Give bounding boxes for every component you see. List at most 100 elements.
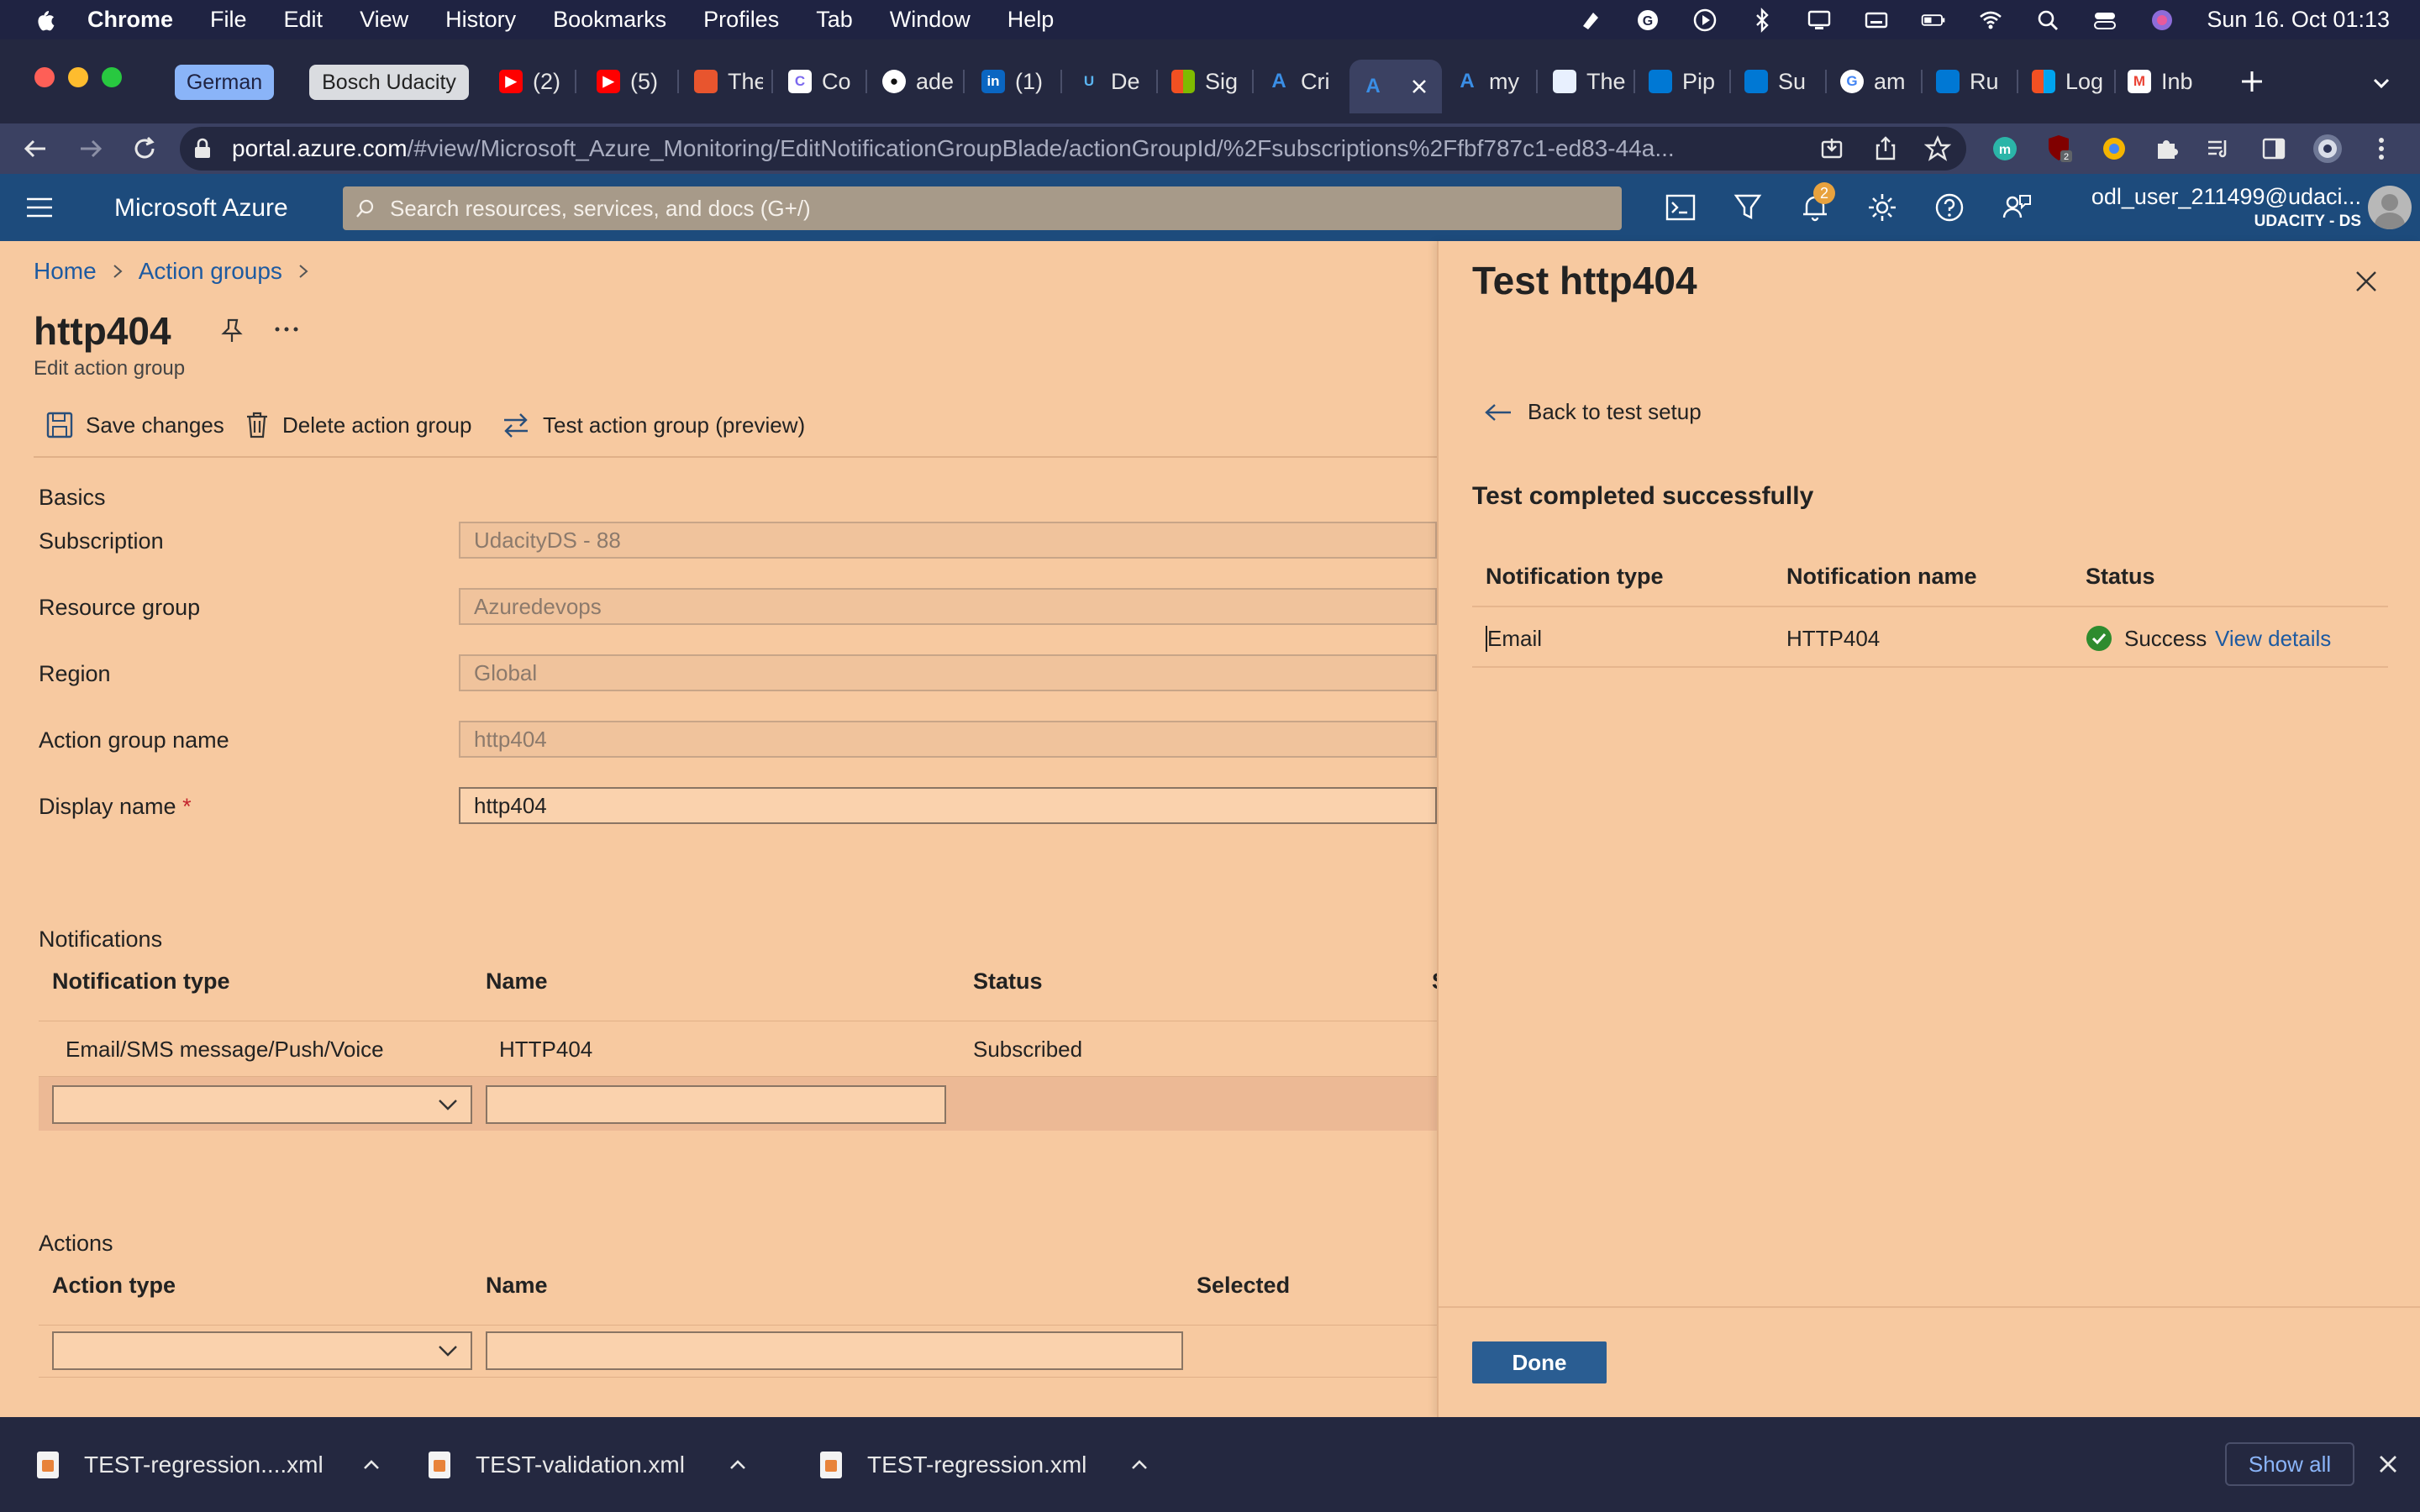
menu-app-chrome[interactable]: Chrome xyxy=(87,7,173,33)
forward-icon[interactable] xyxy=(77,135,104,162)
install-app-icon[interactable] xyxy=(1818,135,1845,162)
view-details-link[interactable]: View details xyxy=(2215,626,2331,652)
apple-icon[interactable] xyxy=(32,8,57,33)
profile-avatar-icon[interactable] xyxy=(2312,134,2343,164)
menu-edit[interactable]: Edit xyxy=(284,7,324,33)
table-row[interactable]: Email/SMS message/Push/Voice HTTP404 Sub… xyxy=(39,1021,1437,1075)
action-name-input[interactable] xyxy=(486,1331,1183,1370)
download-item[interactable]: TEST-validation.xml xyxy=(429,1417,781,1512)
tab-search-chevron-icon[interactable] xyxy=(2370,71,2393,95)
spotlight-search-icon[interactable] xyxy=(2035,8,2060,33)
user-account-name[interactable]: odl_user_211499@udaci... xyxy=(2084,184,2361,210)
done-button[interactable]: Done xyxy=(1472,1341,1607,1383)
azure-search-input[interactable]: Search resources, services, and docs (G+… xyxy=(343,186,1622,230)
tab-youtube-2[interactable]: ▶ (5) xyxy=(597,60,664,103)
menu-window[interactable]: Window xyxy=(890,7,971,33)
close-window-button[interactable] xyxy=(34,67,55,87)
hamburger-menu-icon[interactable] xyxy=(25,195,54,220)
pen-tool-icon[interactable] xyxy=(1578,8,1603,33)
fullscreen-window-button[interactable] xyxy=(102,67,122,87)
tab-udacity[interactable]: U De xyxy=(1077,60,1146,103)
download-item[interactable]: TEST-regression.xml xyxy=(820,1417,1173,1512)
extension-m-icon[interactable]: m xyxy=(1991,135,2018,162)
tab-microsoft-log[interactable]: Log xyxy=(2032,60,2106,103)
chevron-up-icon[interactable] xyxy=(362,1459,381,1471)
tab-youtube-1[interactable]: ▶ (2) xyxy=(499,60,566,103)
tab-azure-devops-pip[interactable]: Pip xyxy=(1649,60,1721,103)
menu-view[interactable]: View xyxy=(360,7,408,33)
play-icon[interactable] xyxy=(1692,8,1718,33)
reload-icon[interactable] xyxy=(131,135,158,162)
tab-azure-devops-su[interactable]: Su xyxy=(1744,60,1817,103)
back-icon[interactable] xyxy=(22,135,49,162)
keyboard-icon[interactable] xyxy=(1864,8,1889,33)
bookmark-star-icon[interactable] xyxy=(1924,135,1951,162)
show-all-downloads-button[interactable]: Show all xyxy=(2225,1442,2354,1486)
action-type-dropdown[interactable] xyxy=(52,1331,472,1370)
grammarly-icon[interactable]: G xyxy=(1635,8,1660,33)
tab-group-german[interactable]: German xyxy=(175,65,274,100)
chrome-extension-color-icon[interactable] xyxy=(2101,135,2128,162)
new-tab-icon[interactable] xyxy=(2238,68,2265,95)
side-panel-icon[interactable] xyxy=(2260,135,2287,162)
display-icon[interactable] xyxy=(1807,8,1832,33)
delete-action-group-button[interactable]: Delete action group xyxy=(245,411,471,439)
close-tab-icon[interactable] xyxy=(1410,77,1428,96)
save-changes-button[interactable]: Save changes xyxy=(45,411,224,439)
back-to-test-setup-link[interactable]: Back to test setup xyxy=(1484,399,1702,425)
address-bar[interactable]: portal.azure.com/#view/Microsoft_Azure_M… xyxy=(180,127,1966,171)
menu-help[interactable]: Help xyxy=(1007,7,1055,33)
directory-filter-icon[interactable] xyxy=(1733,192,1763,223)
extensions-puzzle-icon[interactable] xyxy=(2153,135,2180,162)
tab-gmail-inb[interactable]: M Inb xyxy=(2128,60,2203,103)
tab-google-am[interactable]: G am xyxy=(1840,60,1912,103)
chrome-menu-icon[interactable] xyxy=(2376,135,2386,162)
close-panel-icon[interactable] xyxy=(2354,270,2378,293)
chevron-up-icon[interactable] xyxy=(1130,1459,1149,1471)
breadcrumb-action-groups[interactable]: Action groups xyxy=(139,258,282,285)
pin-icon[interactable] xyxy=(218,317,245,344)
notification-type-dropdown[interactable] xyxy=(52,1085,472,1124)
tab-linkedin[interactable]: in (1) xyxy=(981,60,1049,103)
tab-microsoft-sig[interactable]: Sig xyxy=(1171,60,1242,103)
feedback-icon[interactable] xyxy=(2002,192,2032,223)
menu-file[interactable]: File xyxy=(210,7,247,33)
settings-gear-icon[interactable] xyxy=(1867,192,1897,223)
menu-profiles[interactable]: Profiles xyxy=(703,7,779,33)
clock[interactable]: Sun 16. Oct 01:13 xyxy=(2207,7,2390,33)
share-icon[interactable] xyxy=(1872,135,1899,162)
help-question-icon[interactable] xyxy=(1934,192,1965,223)
tab-azure-devops-ru[interactable]: Ru xyxy=(1936,60,2008,103)
azure-brand[interactable]: Microsoft Azure xyxy=(114,194,288,223)
minimize-window-button[interactable] xyxy=(68,67,88,87)
download-item[interactable]: TEST-regression....xml xyxy=(37,1417,398,1512)
menu-bookmarks[interactable]: Bookmarks xyxy=(553,7,666,33)
close-shelf-icon[interactable] xyxy=(2378,1454,2398,1474)
tab-docs-the[interactable]: The xyxy=(1553,60,1625,103)
tab-azure-my[interactable]: A my xyxy=(1455,60,1528,103)
cloud-shell-icon[interactable] xyxy=(1665,194,1696,221)
lock-icon[interactable] xyxy=(192,138,213,160)
control-center-icon[interactable] xyxy=(2092,8,2118,33)
notification-name-input[interactable] xyxy=(486,1085,946,1124)
tab-page-the[interactable]: The xyxy=(694,60,763,103)
tab-clickup[interactable]: C Co xyxy=(788,60,855,103)
display-name-input[interactable]: http404 xyxy=(459,787,1437,824)
tab-group-bosch-udacity[interactable]: Bosch Udacity xyxy=(309,65,469,100)
tab-active-azure[interactable]: A xyxy=(1349,60,1442,113)
more-options-icon[interactable] xyxy=(274,325,299,333)
reading-list-icon[interactable] xyxy=(2205,135,2232,162)
user-avatar[interactable] xyxy=(2368,186,2412,229)
wifi-icon[interactable] xyxy=(1978,8,2003,33)
siri-icon[interactable] xyxy=(2149,8,2175,33)
breadcrumb-home[interactable]: Home xyxy=(34,258,97,285)
menu-history[interactable]: History xyxy=(445,7,516,33)
bluetooth-icon[interactable] xyxy=(1749,7,1775,33)
test-action-group-button[interactable]: Test action group (preview) xyxy=(502,411,805,439)
menu-tab[interactable]: Tab xyxy=(816,7,853,33)
tab-github[interactable]: ● ade xyxy=(882,60,953,103)
chevron-up-icon[interactable] xyxy=(729,1459,747,1471)
tab-azure-cri[interactable]: A Cri xyxy=(1267,60,1338,103)
battery-icon[interactable] xyxy=(1921,8,1946,33)
ublock-icon[interactable]: 2 xyxy=(2045,134,2074,164)
